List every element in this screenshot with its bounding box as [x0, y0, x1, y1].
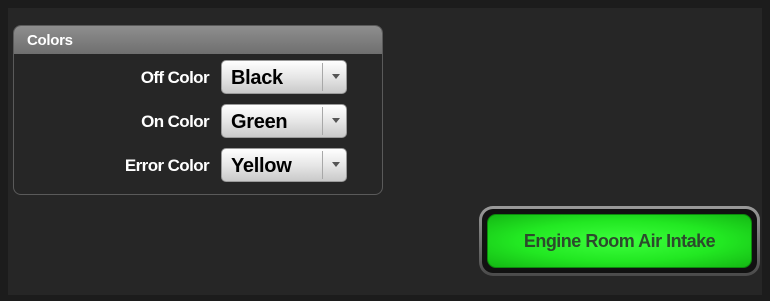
on-color-select[interactable]: Green — [221, 104, 347, 138]
select-divider — [322, 151, 323, 179]
on-color-row: On Color Green — [14, 104, 382, 140]
off-color-row: Off Color Black — [14, 60, 382, 96]
button-bezel: Engine Room Air Intake — [482, 209, 757, 273]
chevron-down-icon[interactable] — [332, 74, 340, 79]
engine-room-air-intake-button[interactable]: Engine Room Air Intake — [479, 206, 760, 276]
error-color-select[interactable]: Yellow — [221, 148, 347, 182]
on-color-label: On Color — [141, 112, 210, 131]
chevron-down-icon[interactable] — [332, 162, 340, 167]
select-divider — [322, 107, 323, 135]
chevron-down-icon[interactable] — [332, 118, 340, 123]
off-color-value: Black — [231, 67, 283, 89]
error-color-row: Error Color Yellow — [14, 148, 382, 184]
error-color-value: Yellow — [231, 155, 292, 177]
error-color-label: Error Color — [124, 156, 210, 175]
off-color-label: Off Color — [140, 68, 210, 87]
colors-panel-title: Colors — [14, 26, 382, 54]
select-divider — [322, 63, 323, 91]
on-color-value: Green — [231, 111, 288, 133]
colors-panel: Colors Off Color Black On Color Green Er… — [13, 25, 383, 195]
off-color-select[interactable]: Black — [221, 60, 347, 94]
engine-room-air-intake-label: Engine Room Air Intake — [523, 230, 716, 251]
button-face[interactable]: Engine Room Air Intake — [487, 214, 752, 268]
